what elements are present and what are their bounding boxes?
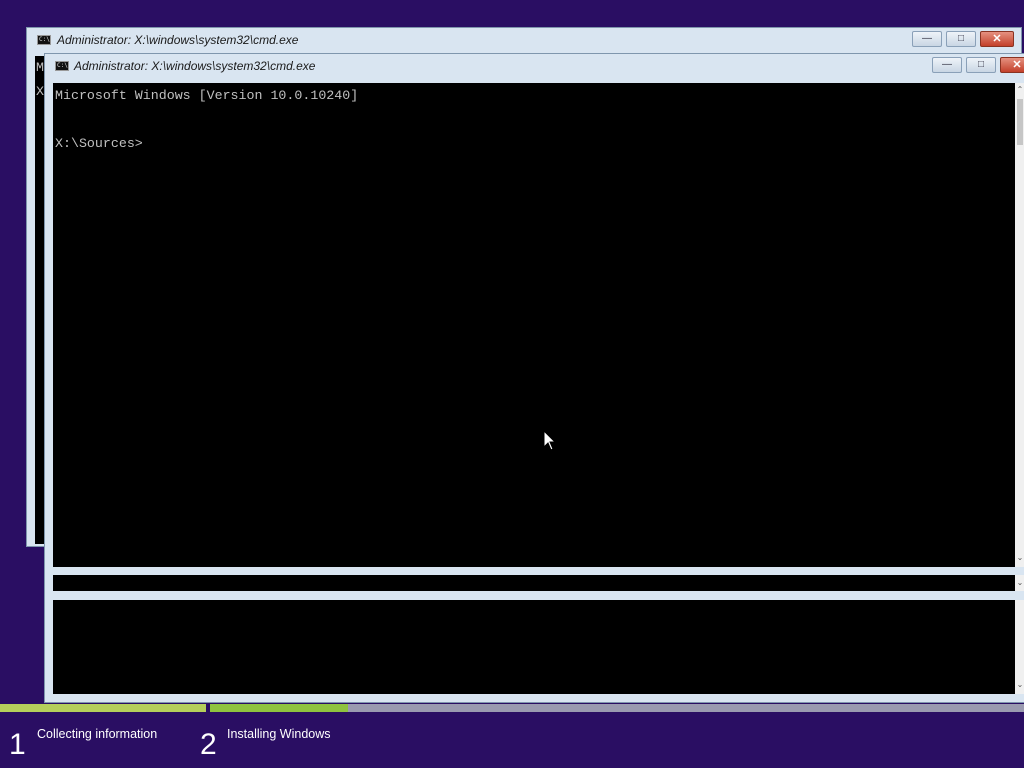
close-icon: ✕ <box>992 33 1002 45</box>
setup-progress-bar <box>0 704 1024 712</box>
front-window-titlebar[interactable]: C:\ Administrator: X:\windows\system32\c… <box>45 54 1024 80</box>
console-line: Microsoft Windows [Version 10.0.10240] <box>55 88 359 103</box>
strip-vertical-scrollbar[interactable]: ⌄ <box>1015 575 1024 591</box>
mouse-cursor-icon <box>543 430 557 451</box>
cmd-icon: C:\ <box>55 61 69 71</box>
front-console-area[interactable]: Microsoft Windows [Version 10.0.10240] X… <box>53 83 1015 567</box>
maximize-icon: □ <box>957 33 965 44</box>
scroll-up-icon[interactable]: ⌃ <box>1015 85 1024 95</box>
scrollbar-thumb[interactable] <box>1017 99 1023 145</box>
minimize-icon: — <box>942 59 952 70</box>
cmd-icon: C:\ <box>37 35 51 45</box>
setup-steps: 1 Collecting information 2 Installing Wi… <box>0 720 1024 768</box>
maximize-button[interactable]: □ <box>946 31 976 47</box>
console-vertical-scrollbar[interactable]: ⌃ ⌄ <box>1015 83 1024 567</box>
console-prompt-line: X:\Sources> <box>55 136 143 151</box>
step-number: 1 <box>9 728 26 761</box>
close-button[interactable]: ✕ <box>980 31 1014 47</box>
back-console-char: X <box>36 84 44 99</box>
scroll-down-icon[interactable]: ⌄ <box>1015 553 1024 563</box>
lower-vertical-scrollbar[interactable]: ⌄ <box>1015 600 1024 694</box>
minimize-button[interactable]: — <box>932 57 962 73</box>
back-window-titlebar[interactable]: C:\ Administrator: X:\windows\system32\c… <box>27 28 1021 54</box>
console-strip-area <box>53 575 1015 591</box>
lower-console-area[interactable] <box>53 600 1015 694</box>
maximize-icon: □ <box>977 59 985 70</box>
step-label: Collecting information <box>37 727 158 741</box>
maximize-button[interactable]: □ <box>966 57 996 73</box>
back-window-title: Administrator: X:\windows\system32\cmd.e… <box>57 33 299 47</box>
step1-progress-fill <box>0 704 206 712</box>
front-window-title: Administrator: X:\windows\system32\cmd.e… <box>74 59 316 73</box>
close-icon: ✕ <box>1012 59 1022 71</box>
step2-progress-fill <box>210 704 348 712</box>
front-cmd-window[interactable]: C:\ Administrator: X:\windows\system32\c… <box>44 53 1024 703</box>
step-number: 2 <box>200 728 217 761</box>
minimize-icon: — <box>922 33 932 44</box>
scroll-down-icon[interactable]: ⌄ <box>1015 578 1024 588</box>
step-label: Installing Windows <box>227 727 331 741</box>
close-button[interactable]: ✕ <box>1000 57 1024 73</box>
minimize-button[interactable]: — <box>912 31 942 47</box>
scroll-down-icon[interactable]: ⌄ <box>1015 680 1024 690</box>
